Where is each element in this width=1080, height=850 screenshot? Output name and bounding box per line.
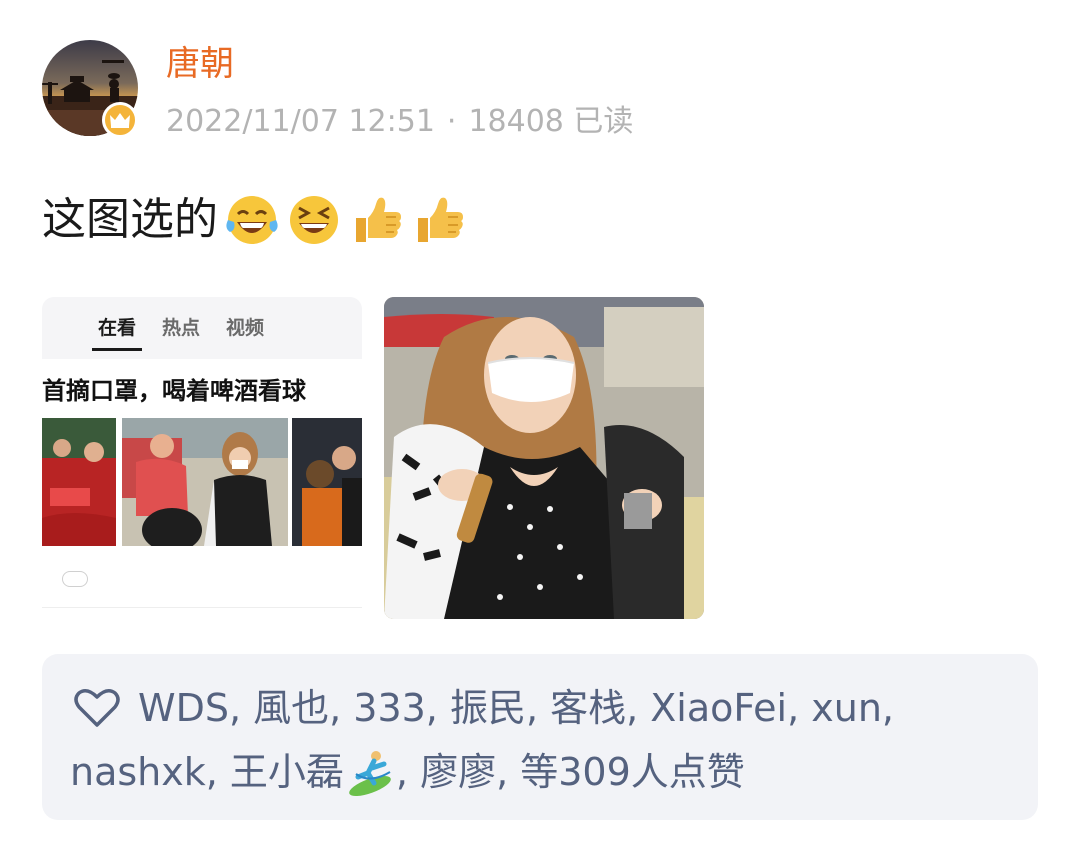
read-count: 18408 已读 <box>468 104 634 139</box>
news-headline: 首摘口罩，喝着啤酒看球 <box>42 377 306 405</box>
heart-icon[interactable] <box>74 688 120 728</box>
post-photo-image[interactable] <box>384 297 704 619</box>
post-date: 2022/11/07 12:51 <box>166 104 435 139</box>
news-tab-bar: 在看 热点 视频 <box>42 297 362 359</box>
news-thumbnail-woman <box>122 418 288 546</box>
meta-separator: · <box>446 104 457 139</box>
news-screenshot-image[interactable]: 在看 热点 视频 首摘口罩，喝着啤酒看球 <box>42 297 362 619</box>
news-thumbnail-crowd <box>292 418 362 546</box>
news-tab-video: 视频 <box>226 317 265 339</box>
thumbs-up-emoji <box>356 197 401 242</box>
likes-names-2[interactable]: nashxk, 王小磊 <box>70 740 344 804</box>
username[interactable]: 唐朝 <box>166 42 234 86</box>
thumbs-up-emoji <box>418 197 463 242</box>
news-thumbnail-fans <box>42 418 116 546</box>
likes-names-1[interactable]: WDS, 風也, 333, 振民, 客栈, XiaoFei, xun, <box>138 676 894 740</box>
post-text: 这图选的 <box>42 190 466 250</box>
news-tab-hot: 热点 <box>162 317 201 339</box>
post-body-text: 这图选的 <box>42 194 218 245</box>
news-footer <box>42 567 362 591</box>
likes-line-1: WDS, 風也, 333, 振民, 客栈, XiaoFei, xun, <box>70 676 1008 740</box>
likes-names-3[interactable]: , 廖廖, 等309人点赞 <box>396 740 745 804</box>
vip-crown-icon <box>102 102 138 138</box>
likes-panel: WDS, 風也, 333, 振民, 客栈, XiaoFei, xun, nash… <box>42 654 1038 820</box>
laughing-tears-emoji <box>226 196 278 244</box>
likes-line-2: nashxk, 王小磊 , 廖廖, 等309人点赞 <box>70 740 1008 804</box>
news-thumbnails <box>42 418 362 546</box>
surfer-emoji <box>349 751 391 796</box>
footer-pill-icon <box>62 571 88 587</box>
post-meta: 2022/11/07 12:51 · 18408 已读 <box>166 100 633 144</box>
woman-photo <box>384 297 704 619</box>
news-divider <box>42 607 362 608</box>
news-tab-watching: 在看 <box>91 313 143 351</box>
grinning-squint-emoji <box>290 196 338 244</box>
